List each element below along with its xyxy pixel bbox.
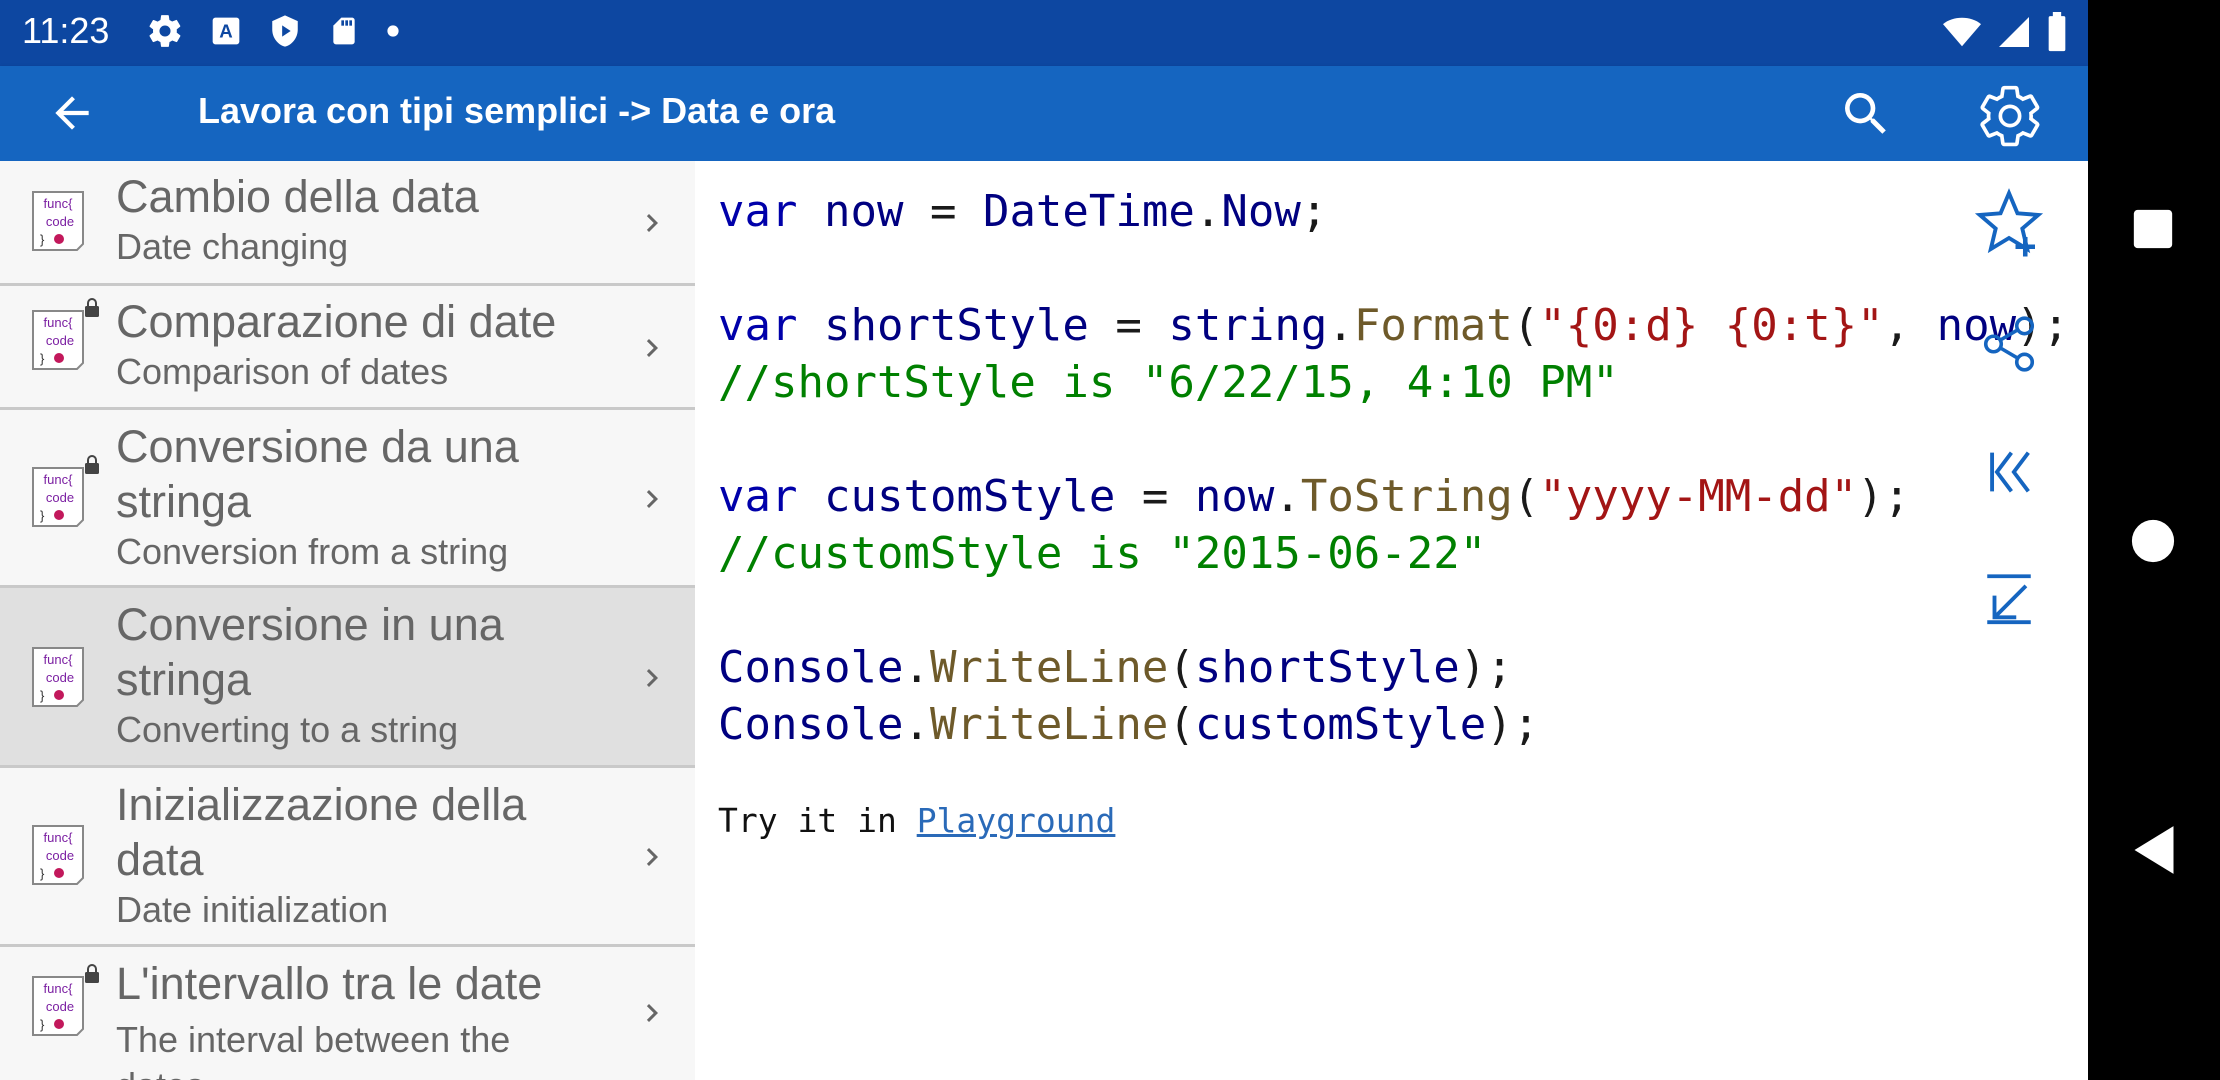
code-file-icon: func{ code} <box>32 310 84 370</box>
svg-text:}: } <box>40 232 45 247</box>
chevron-right-icon <box>646 669 658 687</box>
svg-text:func{: func{ <box>44 981 74 996</box>
code-file-icon: func{ code} <box>32 467 84 527</box>
arrow-down-left-icon[interactable] <box>1980 569 2038 627</box>
svg-text:func{: func{ <box>44 652 74 667</box>
arrow-back-icon[interactable] <box>42 88 102 138</box>
svg-text:func{: func{ <box>44 472 74 487</box>
list-item-subtitle: Date initialization <box>116 889 389 930</box>
battery-icon <box>2048 12 2066 52</box>
svg-text:code: code <box>46 848 74 863</box>
status-time: 11:23 <box>22 10 110 51</box>
shield-icon <box>272 15 298 47</box>
share-icon[interactable] <box>1978 313 2040 375</box>
nav-bar <box>2088 0 2220 1080</box>
chevron-right-icon <box>646 848 658 866</box>
svg-text:code: code <box>46 670 74 685</box>
code-file-icon: func{ code} <box>32 825 84 885</box>
svg-text:A: A <box>219 21 232 42</box>
topic-list: func{ code} Cambio della data Date changi… <box>0 161 695 1080</box>
code-file-icon: func{ code} <box>32 191 84 251</box>
app-screen: 11:23 A Lavora con tipi semplici -> Data… <box>0 0 2088 1080</box>
skip-first-icon[interactable] <box>1980 443 2038 501</box>
chevron-right-icon <box>646 214 658 232</box>
list-item[interactable]: func{ code} Inizializzazione della data D… <box>0 768 695 947</box>
list-item-subtitle: Converting to a string <box>116 709 459 750</box>
list-item-subtitle: Date changing <box>116 226 349 267</box>
list-item[interactable]: func{ code} Cambio della data Date changi… <box>0 161 695 286</box>
list-item-title: Cambio della data <box>116 171 479 222</box>
status-icons-right <box>1942 12 2068 52</box>
code-block: var now = DateTime.Now; var shortStyle =… <box>718 186 2070 750</box>
page-title: Lavora con tipi semplici -> Data e ora <box>198 90 836 131</box>
chevron-right-icon <box>646 1004 658 1022</box>
dot-icon <box>387 25 399 37</box>
lock-icon <box>85 455 99 474</box>
search-icon[interactable] <box>1838 86 1894 142</box>
status-bar: 11:23 A <box>0 0 2088 66</box>
font-a-icon: A <box>212 17 240 45</box>
svg-text:}: } <box>40 1017 45 1032</box>
svg-text:code: code <box>46 333 74 348</box>
lock-icon <box>85 298 99 317</box>
status-icons-left: A <box>146 12 400 50</box>
list-item-title: stringa <box>116 654 252 705</box>
svg-text:}: } <box>40 351 45 366</box>
list-item-subtitle: dates <box>116 1063 542 1080</box>
code-pane: var now = DateTime.Now; var shortStyle =… <box>695 161 2088 1080</box>
list-item-title: Conversione in una <box>116 599 504 650</box>
gear-icon <box>149 15 181 47</box>
cell-signal-icon <box>1999 17 2029 47</box>
svg-text:}: } <box>40 688 45 703</box>
list-item[interactable]: func{ code} L'intervallo tra le date The … <box>0 947 695 1080</box>
svg-text:}: } <box>40 508 45 523</box>
list-item[interactable]: func{ code} Conversione da una stringa Co… <box>0 410 695 588</box>
app-bar: Lavora con tipi semplici -> Data e ora <box>0 66 2088 161</box>
list-item-title: data <box>116 834 204 885</box>
chevron-right-icon <box>646 339 658 357</box>
list-item-title: stringa <box>116 476 252 527</box>
list-item-subtitle: The interval between the <box>116 1019 511 1060</box>
try-it-line: Try it in Playground <box>718 801 1115 840</box>
gear-icon[interactable] <box>1976 82 2044 150</box>
svg-text:func{: func{ <box>44 315 74 330</box>
list-item-selected[interactable]: func{ code} Conversione in una stringa Co… <box>0 588 695 768</box>
list-item[interactable]: func{ code} Comparazione di date Comparis… <box>0 286 695 410</box>
list-item-title: Inizializzazione della <box>116 779 527 830</box>
playground-link[interactable]: Playground <box>917 801 1116 840</box>
svg-text:code: code <box>46 214 74 229</box>
chevron-right-icon <box>646 490 658 508</box>
list-item-subtitle: Comparison of dates <box>116 351 449 392</box>
home-icon[interactable] <box>2130 518 2176 564</box>
code-file-icon: func{ code} <box>32 976 84 1036</box>
list-item-title: Comparazione di date <box>116 296 557 347</box>
wifi-icon <box>1943 17 1981 47</box>
sd-card-icon <box>333 17 355 45</box>
svg-text:func{: func{ <box>44 830 74 845</box>
back-icon[interactable] <box>2132 824 2176 876</box>
svg-text:}: } <box>40 866 45 881</box>
code-file-icon: func{ code} <box>32 647 84 707</box>
list-item-title: Conversione da una <box>116 421 519 472</box>
svg-text:code: code <box>46 490 74 505</box>
svg-text:code: code <box>46 999 74 1014</box>
list-item-title: L'intervallo tra le date <box>116 958 543 1009</box>
try-it-label: Try it in <box>718 801 897 840</box>
list-item-subtitle: Conversion from a string <box>116 531 509 572</box>
star-add-icon[interactable] <box>1970 185 2048 263</box>
svg-text:func{: func{ <box>44 196 74 211</box>
lock-icon <box>85 964 99 983</box>
recents-icon[interactable] <box>2130 206 2176 252</box>
